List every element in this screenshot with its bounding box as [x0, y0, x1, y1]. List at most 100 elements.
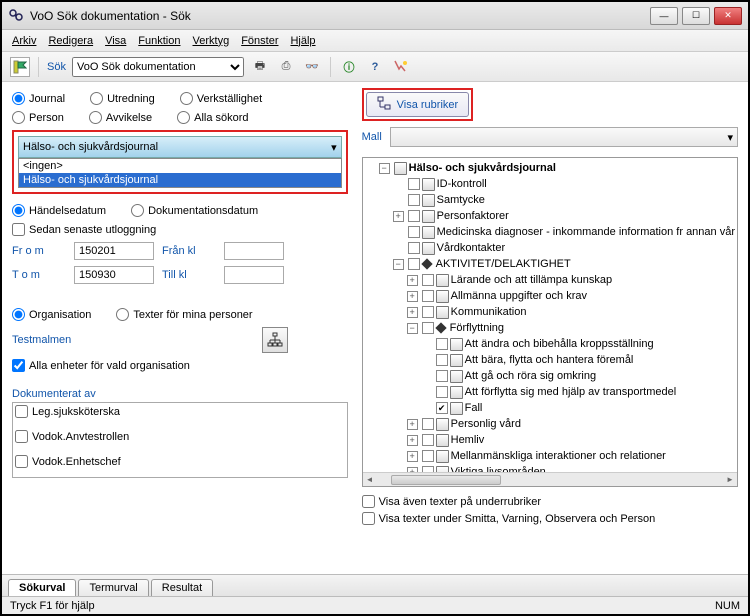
tree-checkbox[interactable] — [422, 274, 434, 286]
combo-option-ingen[interactable]: <ingen> — [19, 159, 341, 173]
info-icon[interactable]: ⓘ — [339, 57, 359, 77]
tree-checkbox-fall[interactable]: ✔ — [436, 402, 448, 414]
minimize-button[interactable]: — — [650, 7, 678, 25]
visa-rubriker-button[interactable]: Visa rubriker — [366, 92, 470, 117]
from-date-input[interactable] — [74, 242, 154, 260]
tree-checkbox[interactable] — [436, 370, 448, 382]
dokumenterat-av-list[interactable]: Leg.sjuksköterska Vodok.Anvtestrollen Vo… — [12, 402, 348, 478]
to-date-input[interactable] — [74, 266, 154, 284]
radio-organisation[interactable]: Organisation — [12, 308, 91, 321]
expand-icon[interactable]: + — [407, 419, 418, 430]
help-icon[interactable]: ? — [365, 57, 385, 77]
tree-item[interactable]: Allmänna uppgifter och krav — [451, 288, 587, 304]
tree-item[interactable]: Samtycke — [437, 192, 485, 208]
menu-visa[interactable]: Visa — [101, 33, 130, 49]
toolbar-combo[interactable]: VoO Sök dokumentation — [72, 57, 244, 77]
dok-item[interactable]: Vodok.Enhetschef — [15, 455, 345, 468]
to-kl-input[interactable] — [224, 266, 284, 284]
scroll-left-icon[interactable]: ◄ — [363, 474, 377, 486]
horizontal-scrollbar[interactable]: ◄ ► — [363, 472, 737, 486]
expand-icon[interactable]: + — [407, 291, 418, 302]
radio-dokumentationsdatum[interactable]: Dokumentationsdatum — [131, 204, 258, 217]
inspect-icon[interactable] — [391, 57, 411, 77]
tab-sokurval[interactable]: Sökurval — [8, 579, 76, 596]
close-button[interactable]: ✕ — [714, 7, 742, 25]
tree-checkbox[interactable] — [408, 226, 420, 238]
tree-checkbox[interactable] — [436, 386, 448, 398]
dok-item[interactable]: Vodok.Anvtestrollen — [15, 430, 345, 443]
tree-checkbox[interactable] — [422, 290, 434, 302]
tree-item[interactable]: Fall — [465, 400, 483, 416]
tree-item[interactable]: Att gå och röra sig omkring — [465, 368, 596, 384]
tree-item[interactable]: Personfaktorer — [437, 208, 509, 224]
tree-checkbox[interactable] — [436, 354, 448, 366]
maximize-button[interactable]: ☐ — [682, 7, 710, 25]
tab-resultat[interactable]: Resultat — [151, 579, 213, 596]
tree-checkbox[interactable] — [408, 258, 420, 270]
radio-handelsedatum[interactable]: Händelsedatum — [12, 204, 106, 217]
combo-option-halso[interactable]: Hälso- och sjukvårdsjournal — [19, 173, 341, 187]
tab-termurval[interactable]: Termurval — [78, 579, 148, 596]
dok-item[interactable]: Leg.sjuksköterska — [15, 405, 345, 418]
scroll-thumb[interactable] — [391, 475, 501, 485]
tree-item[interactable]: Förflyttning — [450, 320, 504, 336]
expand-icon[interactable]: + — [393, 211, 404, 222]
from-kl-input[interactable] — [224, 242, 284, 260]
tree-item[interactable]: Att ändra och bibehålla kroppsställning — [465, 336, 654, 352]
scroll-right-icon[interactable]: ► — [723, 474, 737, 486]
expand-icon[interactable]: + — [407, 307, 418, 318]
tree-item[interactable]: Att förflytta sig med hjälp av transport… — [465, 384, 677, 400]
print-icon[interactable]: 🖶 — [250, 57, 270, 77]
check-alla-enheter[interactable]: Alla enheter för vald organisation — [12, 359, 348, 372]
tree-item[interactable]: Att bära, flytta och hantera föremål — [465, 352, 634, 368]
journal-type-combo[interactable]: Hälso- och sjukvårdsjournal ▾ — [18, 136, 342, 158]
binoculars-icon[interactable]: 👓 — [302, 57, 322, 77]
tree-checkbox[interactable] — [436, 338, 448, 350]
radio-person[interactable]: Person — [12, 111, 64, 124]
radio-verkstallighet[interactable]: Verkställighet — [180, 92, 262, 105]
expand-icon[interactable]: + — [407, 451, 418, 462]
tree-item[interactable]: Kommunikation — [451, 304, 527, 320]
menu-hjalp[interactable]: Hjälp — [286, 33, 319, 49]
flag-icon[interactable] — [10, 57, 30, 77]
radio-alla-sokord[interactable]: Alla sökord — [177, 111, 248, 124]
collapse-icon[interactable]: − — [407, 323, 418, 334]
menu-redigera[interactable]: Redigera — [44, 33, 97, 49]
tree-item[interactable]: AKTIVITET/DELAKTIGHET — [436, 256, 571, 272]
expand-icon[interactable]: + — [407, 435, 418, 446]
radio-avvikelse[interactable]: Avvikelse — [89, 111, 152, 124]
preview-icon[interactable]: ⎙ — [276, 57, 296, 77]
tree-checkbox[interactable] — [422, 450, 434, 462]
org-tree-button[interactable] — [262, 327, 288, 353]
collapse-icon[interactable]: − — [393, 259, 404, 270]
tree-checkbox[interactable] — [422, 306, 434, 318]
menu-funktion[interactable]: Funktion — [134, 33, 184, 49]
mall-select[interactable]: ▾ — [390, 127, 738, 147]
collapse-icon[interactable]: − — [379, 163, 390, 174]
radio-texter-mina[interactable]: Texter för mina personer — [116, 308, 252, 321]
expand-icon[interactable]: + — [407, 275, 418, 286]
tree-item[interactable]: Lärande och att tillämpa kunskap — [451, 272, 612, 288]
tree-item[interactable]: Personlig vård — [451, 416, 521, 432]
tree-item[interactable]: Medicinska diagnoser - inkommande inform… — [437, 224, 735, 240]
tree-item[interactable]: ID-kontroll — [437, 176, 487, 192]
tree-checkbox[interactable] — [408, 242, 420, 254]
tree-item[interactable]: Vårdkontakter — [437, 240, 505, 256]
rubrik-tree[interactable]: − Hälso- och sjukvårdsjournal ID-kontroll… — [362, 157, 738, 487]
check-visa-smitta[interactable]: Visa texter under Smitta, Varning, Obser… — [362, 512, 738, 525]
tree-root[interactable]: Hälso- och sjukvårdsjournal — [409, 160, 556, 176]
tree-item[interactable]: Mellanmänskliga interaktioner och relati… — [451, 448, 666, 464]
tree-item[interactable]: Hemliv — [451, 432, 485, 448]
menu-verktyg[interactable]: Verktyg — [189, 33, 234, 49]
tree-checkbox[interactable] — [422, 418, 434, 430]
tree-checkbox[interactable] — [422, 322, 434, 334]
tree-checkbox[interactable] — [422, 434, 434, 446]
tree-checkbox[interactable] — [408, 194, 420, 206]
radio-journal[interactable]: Journal — [12, 92, 65, 105]
check-sedan-senaste[interactable]: Sedan senaste utloggning — [12, 223, 348, 236]
menu-fonster[interactable]: Fönster — [237, 33, 282, 49]
radio-utredning[interactable]: Utredning — [90, 92, 155, 105]
tree-checkbox[interactable] — [408, 178, 420, 190]
check-visa-underrubriker[interactable]: Visa även texter på underrubriker — [362, 495, 738, 508]
menu-arkiv[interactable]: Arkiv — [8, 33, 40, 49]
